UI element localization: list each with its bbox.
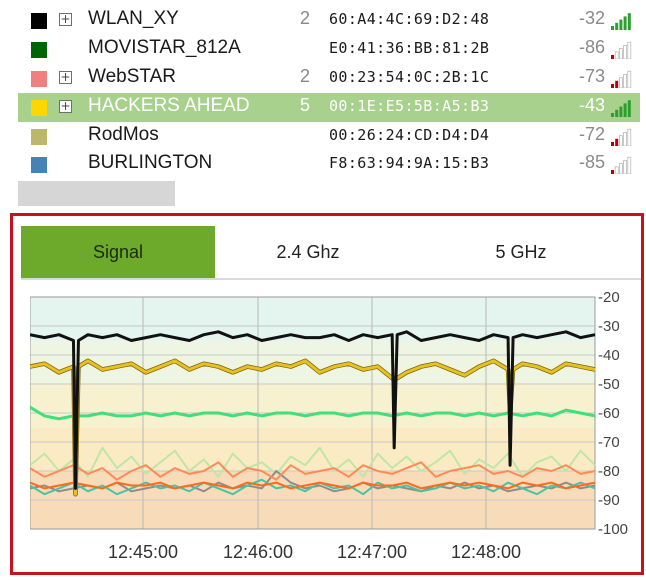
network-row[interactable]: + WLAN_XY 2 60:A4:4C:69:D2:48 -32 bbox=[18, 6, 640, 35]
mac-address: F8:63:94:9A:15:B3 bbox=[329, 154, 490, 172]
x-tick-label: 12:46:00 bbox=[223, 542, 293, 562]
x-tick-label: 12:45:00 bbox=[108, 542, 178, 562]
signal-strength-chart: -20 -30 -40 -50 -60 -70 -80 -90 -100 12:45:00 12:4… bbox=[30, 292, 628, 562]
rssi-value: -72 bbox=[578, 124, 605, 144]
x-tick-label: 12:48:00 bbox=[451, 542, 521, 562]
network-row[interactable]: BURLINGTON F8:63:94:9A:15:B3 -85 bbox=[18, 150, 640, 179]
tab-divider bbox=[21, 278, 641, 280]
graph-tabs: Signal 2.4 Ghz 5 GHz bbox=[21, 226, 641, 280]
expand-icon[interactable]: + bbox=[59, 100, 72, 113]
y-tick-label: -40 bbox=[598, 347, 620, 364]
signal-bars-icon bbox=[611, 100, 631, 117]
color-swatch[interactable] bbox=[31, 100, 47, 116]
color-swatch[interactable] bbox=[31, 13, 47, 29]
tab-signal[interactable]: Signal bbox=[21, 226, 215, 278]
bssid-count: 2 bbox=[299, 8, 310, 28]
y-tick-label: -70 bbox=[598, 434, 620, 451]
signal-bars-icon bbox=[611, 41, 632, 59]
mac-address: 00:26:24:CD:D4:D4 bbox=[329, 126, 490, 144]
y-tick-label: -20 bbox=[598, 292, 620, 306]
tab-2-4-ghz[interactable]: 2.4 Ghz bbox=[215, 226, 401, 278]
mac-address: 00:1E:E5:5B:A5:B3 bbox=[329, 97, 490, 115]
signal-bars-icon bbox=[611, 156, 632, 174]
signal-bars-icon bbox=[611, 128, 632, 146]
rssi-value: -43 bbox=[578, 95, 605, 115]
y-tick-label: -50 bbox=[598, 376, 620, 393]
rssi-value: -73 bbox=[578, 66, 605, 86]
y-tick-label: -90 bbox=[598, 492, 620, 509]
y-tick-label: -30 bbox=[598, 318, 620, 335]
ssid-label: RodMos bbox=[88, 124, 159, 145]
color-swatch[interactable] bbox=[31, 71, 47, 87]
network-row[interactable]: MOVISTAR_812A E0:41:36:BB:81:2B -86 bbox=[18, 35, 640, 64]
ssid-label: WLAN_XY bbox=[88, 8, 179, 29]
ssid-label: BURLINGTON bbox=[88, 152, 213, 173]
ssid-label: HACKERS AHEAD bbox=[88, 95, 250, 116]
network-row[interactable]: RodMos 00:26:24:CD:D4:D4 -72 bbox=[18, 122, 640, 151]
network-row[interactable]: + HACKERS AHEAD 5 00:1E:E5:5B:A5:B3 -43 bbox=[18, 93, 640, 122]
signal-bars-icon bbox=[611, 70, 632, 88]
rssi-value: -32 bbox=[578, 8, 605, 28]
network-row[interactable]: + WebSTAR 2 00:23:54:0C:2B:1C -73 bbox=[18, 64, 640, 93]
horizontal-scrollbar[interactable] bbox=[18, 181, 175, 206]
color-swatch[interactable] bbox=[31, 157, 47, 173]
bssid-count: 5 bbox=[299, 95, 310, 115]
y-tick-label: -100 bbox=[598, 521, 628, 538]
tab-5-ghz[interactable]: 5 GHz bbox=[401, 226, 641, 278]
mac-address: E0:41:36:BB:81:2B bbox=[329, 39, 490, 57]
y-tick-label: -60 bbox=[598, 405, 620, 422]
bssid-count: 2 bbox=[299, 66, 310, 86]
color-swatch[interactable] bbox=[31, 42, 47, 58]
y-tick-label: -80 bbox=[598, 463, 620, 480]
expand-icon[interactable]: + bbox=[59, 71, 72, 84]
expand-icon[interactable]: + bbox=[59, 13, 72, 26]
mac-address: 00:23:54:0C:2B:1C bbox=[329, 68, 490, 86]
x-tick-label: 12:47:00 bbox=[337, 542, 407, 562]
ssid-label: WebSTAR bbox=[88, 66, 176, 87]
signal-bars-icon bbox=[611, 13, 631, 30]
ssid-label: MOVISTAR_812A bbox=[88, 37, 241, 58]
signal-graph-panel: Signal 2.4 Ghz 5 GHz -20 -30 -40 -50 -60 -70-… bbox=[10, 213, 644, 575]
rssi-value: -86 bbox=[578, 37, 605, 57]
color-swatch[interactable] bbox=[31, 129, 47, 145]
rssi-value: -85 bbox=[578, 152, 605, 172]
mac-address: 60:A4:4C:69:D2:48 bbox=[329, 10, 490, 28]
